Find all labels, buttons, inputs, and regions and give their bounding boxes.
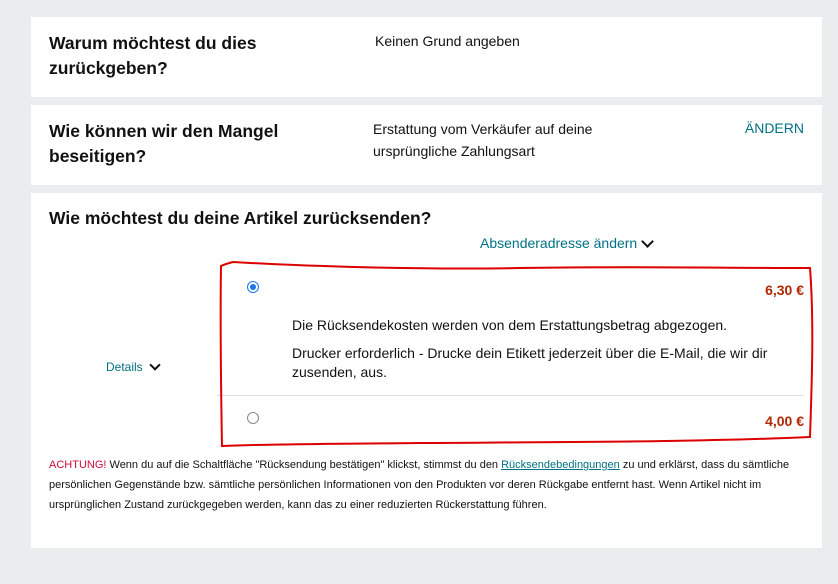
resolution-card: Wie können wir den Mangel beseitigen? Er… bbox=[31, 105, 822, 185]
option-price: 4,00 € bbox=[765, 413, 804, 429]
warning-text-before: Wenn du auf die Schaltfläche "Rücksendun… bbox=[106, 459, 502, 471]
return-reason-question: Warum möchtest du dies zurückgeben? bbox=[49, 33, 257, 78]
divider bbox=[217, 395, 804, 396]
chevron-down-icon bbox=[149, 359, 161, 371]
return-policy-link[interactable]: Rücksendebedingungen bbox=[501, 459, 620, 471]
details-toggle[interactable]: Details bbox=[106, 359, 161, 374]
option-radio-selected[interactable] bbox=[247, 281, 259, 293]
option-cost-note: Die Rücksendekosten werden von dem Ersta… bbox=[292, 317, 728, 333]
shipping-question: Wie möchtest du deine Artikel zurücksend… bbox=[49, 208, 432, 228]
resolution-answer: Erstattung vom Verkäufer auf deine urspr… bbox=[373, 121, 593, 159]
chevron-down-icon bbox=[641, 234, 655, 248]
warning-notice: ACHTUNG! Wenn du auf die Schaltfläche "R… bbox=[49, 455, 809, 515]
shipping-card: Wie möchtest du deine Artikel zurücksend… bbox=[31, 193, 822, 548]
change-sender-address-link[interactable]: Absenderadresse ändern bbox=[480, 234, 655, 251]
option-price: 6,30 € bbox=[765, 282, 804, 298]
resolution-question: Wie können wir den Mangel beseitigen? bbox=[49, 121, 279, 166]
option-radio[interactable] bbox=[247, 412, 259, 424]
change-resolution-button[interactable]: ÄNDERN bbox=[745, 120, 804, 136]
warning-label: ACHTUNG! bbox=[49, 459, 107, 471]
shipping-options: 6,30 € Die Rücksendekosten werden von de… bbox=[217, 265, 804, 445]
details-label: Details bbox=[106, 360, 143, 374]
return-reason-card: Warum möchtest du dies zurückgeben? Kein… bbox=[31, 17, 822, 97]
return-reason-answer: Keinen Grund angeben bbox=[375, 33, 520, 49]
option-printer-note: Drucker erforderlich - Drucke dein Etike… bbox=[292, 345, 768, 380]
change-sender-address-label: Absenderadresse ändern bbox=[480, 235, 638, 251]
